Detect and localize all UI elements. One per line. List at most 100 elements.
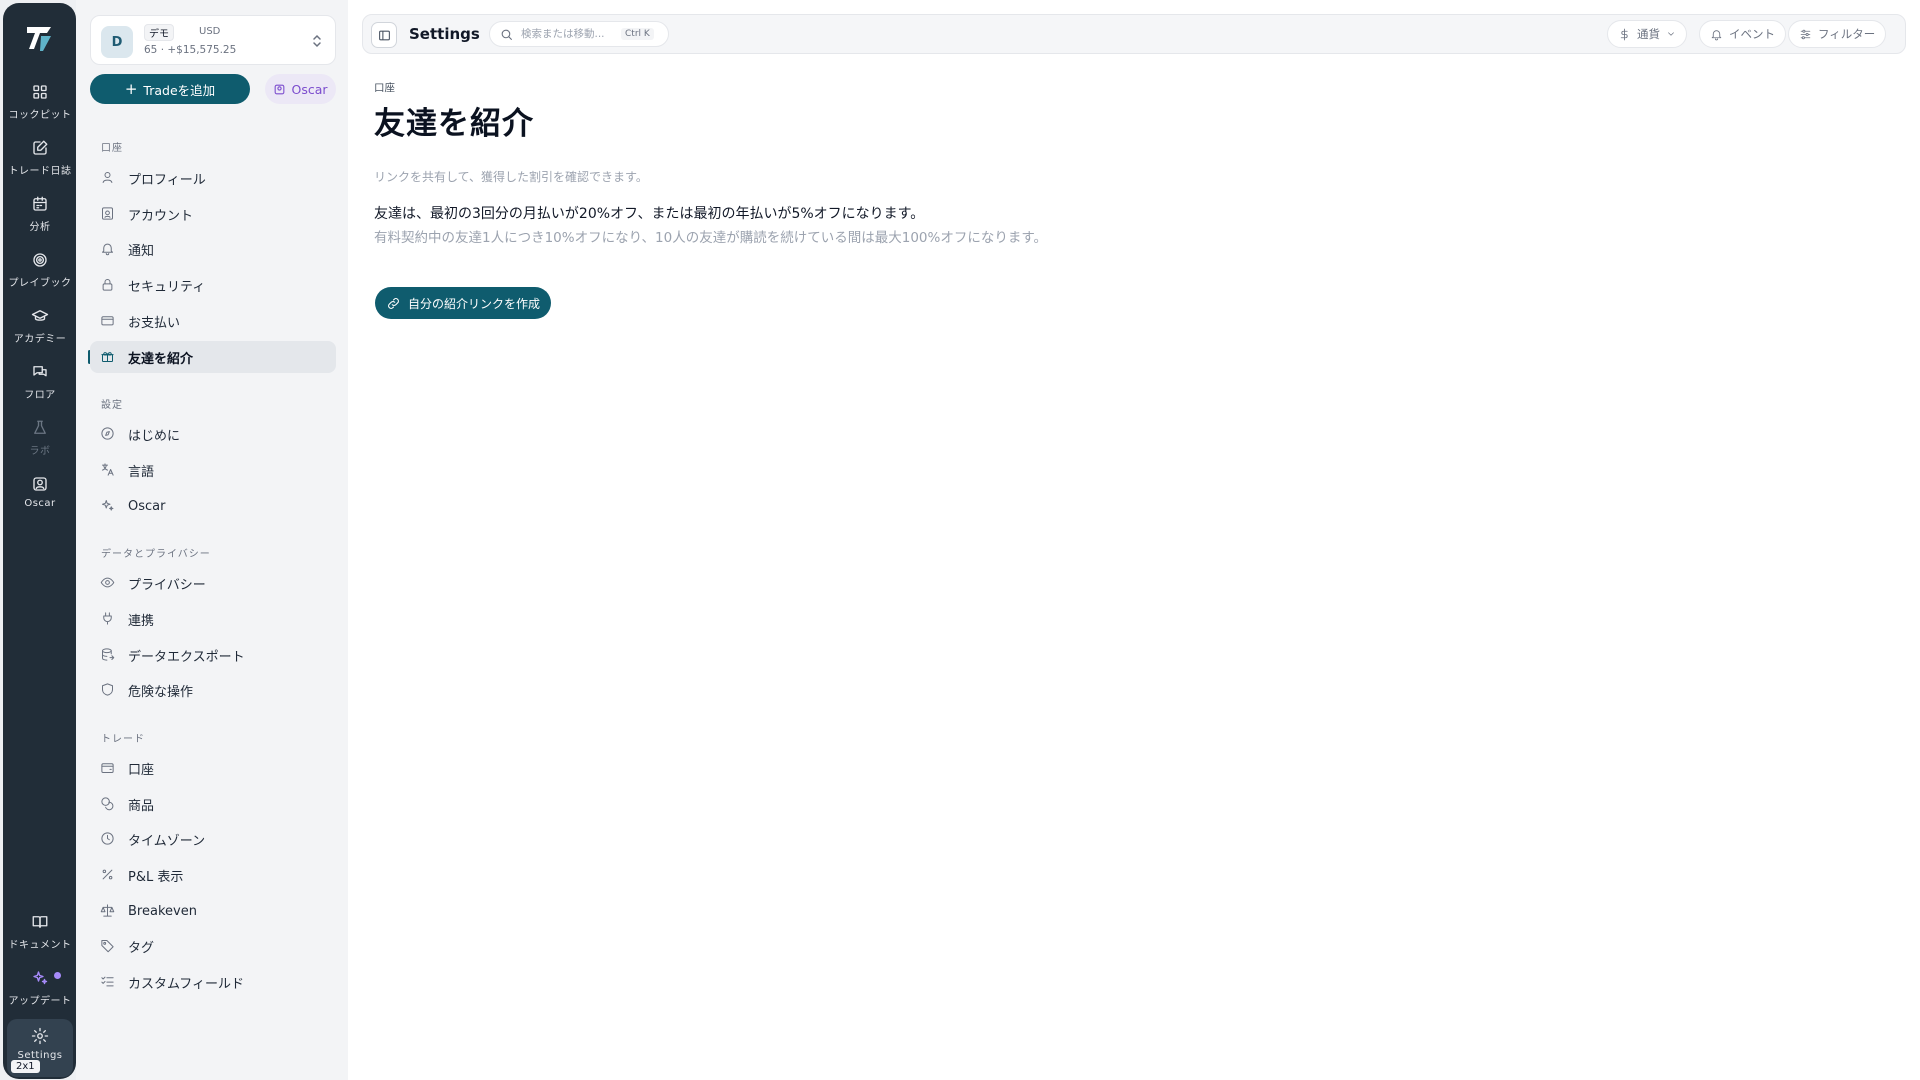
bell-icon <box>102 243 113 256</box>
sidebar-item-label: はじめに <box>128 428 181 444</box>
main-content: Settings Ctrl K 通貨 イベント フィルター 口座 友達を紹介 リ… <box>348 0 1920 1080</box>
currency-dropdown[interactable]: 通貨 <box>1607 20 1687 48</box>
rail-item-docs[interactable]: ドキュメント <box>7 913 73 965</box>
dollar-icon <box>1620 28 1628 40</box>
sidebar-item-label: タイムゾーン <box>128 833 206 849</box>
sidebar-item-data-export[interactable]: データエクスポート <box>90 639 336 671</box>
chevron-down-icon <box>1668 32 1674 36</box>
add-trade-label: Tradeを追加 <box>143 82 216 98</box>
app-rail: コックピット トレード日誌 分析 プレイブック アカデミー フロア ラボ Osc… <box>3 3 76 1079</box>
sidebar-item-timezone[interactable]: タイムゾーン <box>90 823 336 855</box>
rail-item-lab[interactable]: ラボ <box>7 419 73 471</box>
search-box[interactable]: Ctrl K <box>489 21 669 47</box>
lock-icon <box>102 279 113 291</box>
sidebar-item-privacy[interactable]: プライバシー <box>90 567 336 599</box>
shortcut-hint: Ctrl K <box>621 28 654 40</box>
rail-item-label: フロア <box>24 390 56 401</box>
rail-item-label: トレード日誌 <box>8 166 72 177</box>
sidebar-item-notifications[interactable]: 通知 <box>90 233 336 265</box>
oscar-button[interactable]: Oscar <box>265 74 336 104</box>
scale-icon <box>100 904 115 917</box>
rail-item-label: Oscar <box>24 498 56 509</box>
sidebar-item-security[interactable]: セキュリティ <box>90 269 336 301</box>
account-switcher[interactable]: D デモ USD 65 · +$15,575.25 <box>90 15 336 65</box>
topbar: Settings Ctrl K 通貨 イベント フィルター <box>362 14 1906 54</box>
gift-icon <box>101 352 114 362</box>
rail-item-label: ラボ <box>29 446 51 457</box>
rail-item-label: ドキュメント <box>8 940 72 951</box>
sidebar-item-refer-friends[interactable]: 友達を紹介 <box>90 341 336 373</box>
rail-item-label: コックピット <box>8 110 72 121</box>
sidebar-item-billing[interactable]: お支払い <box>90 305 336 337</box>
rail-item-label: プレイブック <box>8 278 72 289</box>
user-square-icon <box>275 84 285 94</box>
page-description: リンクを共有して、獲得した割引を確認できます。 <box>374 170 648 184</box>
rail-item-cockpit[interactable]: コックピット <box>7 83 73 135</box>
chevron-up-down-icon <box>313 34 321 48</box>
avatar: D <box>101 26 133 58</box>
rail-item-playbook[interactable]: プレイブック <box>7 251 73 303</box>
sidebar-item-label: セキュリティ <box>128 279 206 295</box>
page-title-topbar: Settings <box>409 25 480 43</box>
breadcrumb: 口座 <box>374 82 395 94</box>
flask-icon <box>34 420 46 434</box>
filter-button[interactable]: フィルター <box>1788 20 1887 48</box>
oscar-button-label: Oscar <box>291 81 328 97</box>
wallet-icon <box>101 763 114 773</box>
rail-item-label: 分析 <box>29 222 51 233</box>
sidebar-item-label: 連携 <box>128 613 155 629</box>
update-dot-indicator <box>54 972 61 979</box>
bell-icon <box>1711 29 1722 40</box>
journal-edit-icon <box>33 140 48 155</box>
filter-label: フィルター <box>1818 27 1876 41</box>
checklist-icon <box>101 976 114 987</box>
sidebar-item-getting-started[interactable]: はじめに <box>90 418 336 450</box>
database-export-icon <box>102 648 115 661</box>
rail-item-floor[interactable]: フロア <box>7 363 73 415</box>
sidebar-item-pnl-display[interactable]: P&L 表示 <box>90 859 336 891</box>
rail-item-journal[interactable]: トレード日誌 <box>7 139 73 191</box>
rail-item-label: アカデミー <box>13 334 67 345</box>
sidebar-item-breakeven[interactable]: Breakeven <box>90 895 336 927</box>
chat-bubbles-icon <box>33 366 47 377</box>
rail-item-academy[interactable]: アカデミー <box>7 307 73 359</box>
sidebar-item-trade-accounts[interactable]: 口座 <box>90 752 336 784</box>
rail-item-analysis[interactable]: 分析 <box>7 195 73 247</box>
book-icon <box>32 916 48 928</box>
sidebar-item-label: プロフィール <box>128 172 206 188</box>
currency-label: 通貨 <box>1637 27 1660 41</box>
page-title: 友達を紹介 <box>374 106 534 142</box>
sidebar-toggle-button[interactable] <box>371 22 397 48</box>
target-icon <box>33 253 47 267</box>
sidebar-item-custom-fields[interactable]: カスタムフィールド <box>90 966 336 998</box>
id-card-icon <box>102 207 113 220</box>
user-icon <box>102 172 113 183</box>
coins-icon <box>101 797 114 811</box>
rail-item-oscar[interactable]: Oscar <box>7 475 73 527</box>
events-label: イベント <box>1729 27 1775 41</box>
rail-item-updates[interactable]: アップデート <box>7 969 73 1021</box>
sparkles-icon <box>102 500 114 511</box>
sidebar-item-label: 商品 <box>128 798 155 814</box>
sidebar-item-tags[interactable]: タグ <box>90 930 336 962</box>
clock-icon <box>101 832 114 845</box>
events-button[interactable]: イベント <box>1699 20 1786 48</box>
sidebar-item-instruments[interactable]: 商品 <box>90 788 336 820</box>
sidebar-item-label: 危険な操作 <box>128 684 194 700</box>
sidebar-item-profile[interactable]: プロフィール <box>90 162 336 194</box>
create-referral-link-button[interactable]: 自分の紹介リンクを作成 <box>375 287 552 319</box>
sidebar-item-language[interactable]: 言語 <box>90 454 336 486</box>
gear-icon <box>31 1027 49 1045</box>
sidebar-item-label: Oscar <box>128 498 166 514</box>
search-input[interactable] <box>521 28 621 40</box>
sidebar-item-integrations[interactable]: 連携 <box>90 603 336 635</box>
sidebar-item-danger-zone[interactable]: 危険な操作 <box>90 674 336 706</box>
sidebar-item-account[interactable]: アカウント <box>90 198 336 230</box>
eye-icon <box>100 577 115 588</box>
sidebar-item-oscar[interactable]: Oscar <box>90 490 336 522</box>
sliders-icon <box>1800 29 1811 39</box>
translate-icon <box>102 463 114 476</box>
sidebar-item-label: タグ <box>128 940 155 956</box>
app-logo[interactable] <box>23 21 57 55</box>
add-trade-button[interactable]: + Tradeを追加 <box>90 74 250 104</box>
